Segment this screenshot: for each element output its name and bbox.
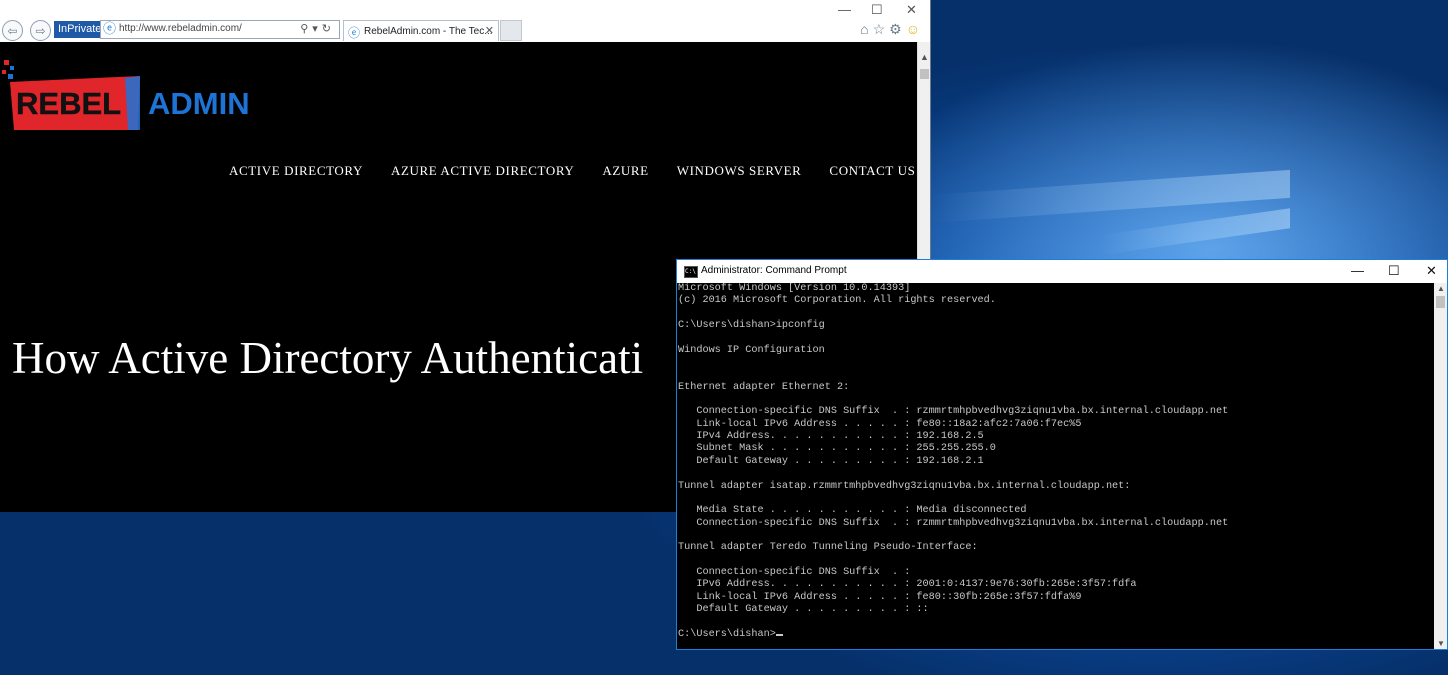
back-button[interactable]: ⇦ [2,20,23,41]
home-icon[interactable]: ⌂ [860,21,872,37]
ie-icon: ⓔ [103,21,117,36]
console-line: IPv4 Address. . . . . . . . . . . : 192.… [678,431,984,443]
browser-tools: ⌂☆⚙☺ [860,21,924,38]
console-line: C:\Users\dishan> [678,629,1435,641]
console-line: Ethernet adapter Ethernet 2: [678,381,850,393]
maximize-icon[interactable]: ☐ [1388,263,1400,279]
console-line: Default Gateway . . . . . . . . . : 192.… [678,455,984,467]
console-line: Link-local IPv6 Address . . . . . : fe80… [678,591,1082,603]
console-line: (c) 2016 Microsoft Corporation. All righ… [678,295,996,307]
article-headline[interactable]: How Active Directory Authenticati [12,332,643,384]
new-tab-button[interactable] [500,20,522,41]
site-nav-menu: ACTIVE DIRECTORY AZURE ACTIVE DIRECTORY … [229,163,915,179]
command-prompt-window: C:\ Administrator: Command Prompt — ☐ ✕ … [676,259,1448,650]
cmd-titlebar[interactable]: C:\ Administrator: Command Prompt — ☐ ✕ [677,260,1447,283]
scroll-up-icon[interactable]: ▲ [920,52,929,62]
inprivate-badge: InPrivate [54,21,106,38]
maximize-icon[interactable]: ☐ [871,2,883,18]
scroll-down-icon[interactable]: ▼ [1437,639,1445,648]
tab-title: RebelAdmin.com - The Tec... [364,26,493,37]
nav-azure[interactable]: AZURE [602,163,648,179]
address-url[interactable]: http://www.rebeladmin.com/ [119,23,242,34]
console-line: Connection-specific DNS Suffix . : [678,566,911,578]
nav-contact-us[interactable]: CONTACT US [829,163,915,179]
console-line: Tunnel adapter isatap.rzmmrtmhpbvedhvg3z… [678,480,1131,492]
console-line: Default Gateway . . . . . . . . . : :: [678,603,929,615]
minimize-icon[interactable]: — [838,2,851,17]
console-output[interactable]: Microsoft Windows [Version 10.0.14393] (c… [677,283,1435,649]
nav-active-directory[interactable]: ACTIVE DIRECTORY [229,163,363,179]
cmd-title: Administrator: Command Prompt [701,265,847,276]
tab-close-icon[interactable]: ✕ [485,24,494,37]
chevron-down-icon[interactable]: ▾ [312,23,322,35]
console-line: C:\Users\dishan>ipconfig [678,320,825,332]
close-icon[interactable]: ✕ [906,2,917,18]
console-line: Subnet Mask . . . . . . . . . . . : 255.… [678,443,996,455]
console-line: Tunnel adapter Teredo Tunneling Pseudo-I… [678,542,978,554]
console-line: Windows IP Configuration [678,344,825,356]
browser-toolbar: — ☐ ✕ ⇦ ⇨ InPrivate ⓔ http://www.rebelad… [0,0,930,43]
scroll-up-icon[interactable]: ▲ [1437,284,1445,293]
nav-azure-active-directory[interactable]: AZURE ACTIVE DIRECTORY [391,163,574,179]
cmd-icon: C:\ [684,266,698,278]
scrollbar-thumb[interactable] [920,69,929,79]
scrollbar-thumb[interactable] [1436,296,1445,308]
address-bar[interactable]: ⓔ http://www.rebeladmin.com/ ⚲▾↻ [100,20,340,39]
rebeladmin-logo[interactable]: REBEL ADMIN [0,60,280,140]
forward-button[interactable]: ⇨ [30,20,51,41]
nav-windows-server[interactable]: WINDOWS SERVER [677,163,802,179]
console-line: Connection-specific DNS Suffix . : rzmmr… [678,517,1229,529]
tab-rebeladmin[interactable]: ⓔ RebelAdmin.com - The Tec... ✕ [343,20,499,41]
favorites-star-icon[interactable]: ☆ [873,21,890,37]
gear-icon[interactable]: ⚙ [889,21,906,37]
console-line: IPv6 Address. . . . . . . . . . . : 2001… [678,579,1137,591]
ie-icon: ⓔ [348,26,361,40]
console-line: Microsoft Windows [Version 10.0.14393] [678,283,911,294]
close-icon[interactable]: ✕ [1426,263,1437,279]
feedback-smiley-icon[interactable]: ☺ [906,21,924,37]
console-line: Media State . . . . . . . . . . . : Medi… [678,505,1027,517]
console-line: Connection-specific DNS Suffix . : rzmmr… [678,406,1229,418]
console-line: Link-local IPv6 Address . . . . . : fe80… [678,418,1082,430]
cmd-scrollbar[interactable]: ▲ ▼ [1434,283,1447,649]
refresh-icon[interactable]: ↻ [322,23,335,35]
minimize-icon[interactable]: — [1351,263,1364,278]
logo-left-word: REBEL [16,86,121,121]
logo-right-word: ADMIN [148,86,250,121]
light-beam [1100,208,1290,255]
address-tools[interactable]: ⚲▾↻ [300,22,335,35]
text-cursor [775,633,783,636]
search-icon[interactable]: ⚲ [300,23,312,35]
